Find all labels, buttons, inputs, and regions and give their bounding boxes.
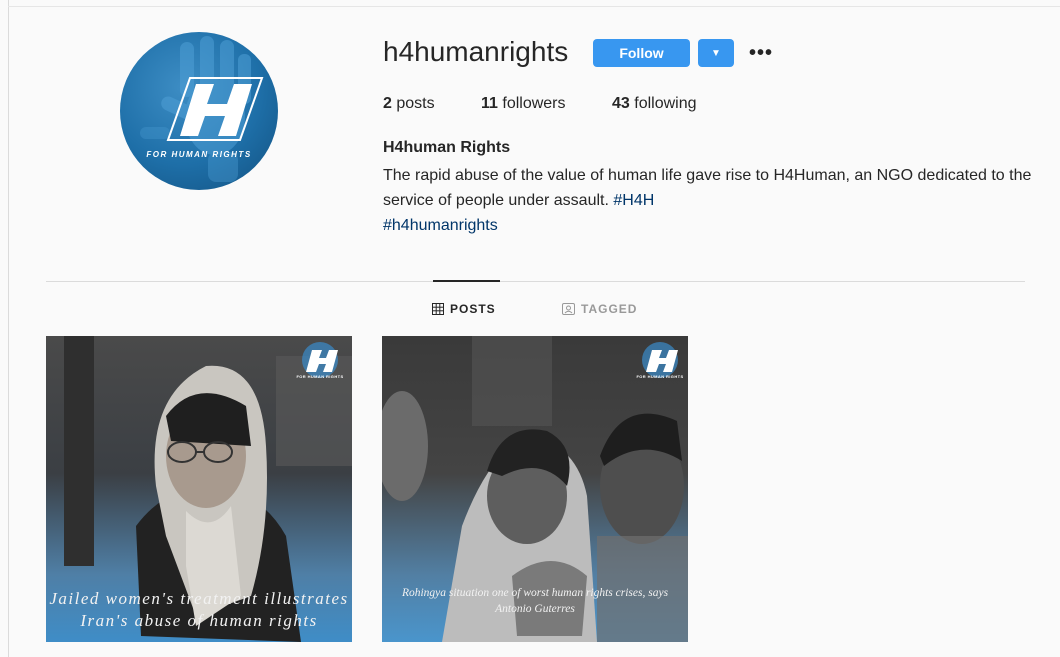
followers-count: 11 bbox=[481, 95, 498, 112]
following-count: 43 bbox=[612, 95, 630, 112]
caption-line: Antonio Guterres bbox=[495, 603, 575, 615]
window-top-edge bbox=[8, 6, 1060, 7]
profile-full-name: H4human Rights bbox=[383, 139, 511, 156]
followers-stat[interactable]: 11 followers bbox=[481, 95, 566, 113]
profile-bio: The rapid abuse of the value of human li… bbox=[383, 163, 1033, 238]
window-edge bbox=[8, 0, 9, 657]
tab-posts-label: POSTS bbox=[450, 302, 496, 316]
following-stat[interactable]: 43 following bbox=[612, 95, 697, 113]
tagged-icon bbox=[562, 303, 575, 315]
posts-count: 2 bbox=[383, 95, 392, 112]
caret-down-icon: ▼ bbox=[711, 47, 721, 59]
follow-button[interactable]: Follow bbox=[593, 39, 690, 67]
caption-line: Rohingya situation one of worst human ri… bbox=[401, 587, 669, 599]
following-label: following bbox=[634, 95, 697, 112]
avatar-logo-subtitle: FOR HUMAN RIGHTS bbox=[146, 150, 252, 159]
tabs-divider bbox=[46, 281, 1025, 282]
post-thumbnail[interactable]: FOR HUMAN RIGHTS Rohingya situation one … bbox=[382, 336, 688, 642]
hashtag-link-h4humanrights[interactable]: #h4humanrights bbox=[383, 217, 498, 234]
post-logo-text: FOR HUMAN RIGHTS bbox=[636, 374, 684, 379]
posts-stat: 2 posts bbox=[383, 95, 435, 113]
profile-username: h4humanrights bbox=[383, 36, 569, 67]
hashtag-link-h4h[interactable]: #H4H bbox=[613, 192, 654, 209]
post-caption: Jailed women's treatment illustrates Ira… bbox=[46, 588, 352, 632]
tab-tagged-label: TAGGED bbox=[581, 302, 638, 316]
followers-label: followers bbox=[502, 95, 566, 112]
tab-posts[interactable]: POSTS bbox=[432, 302, 496, 316]
caption-line: Iran's abuse of human rights bbox=[80, 611, 318, 630]
hand-print-icon bbox=[140, 36, 264, 182]
active-tab-indicator bbox=[433, 280, 500, 282]
bio-text: The rapid abuse of the value of human li… bbox=[383, 167, 1032, 209]
post-logo-badge: FOR HUMAN RIGHTS bbox=[294, 338, 346, 386]
posts-label: posts bbox=[396, 95, 435, 112]
post-logo-badge: FOR HUMAN RIGHTS bbox=[634, 338, 686, 386]
more-options-button[interactable]: ••• bbox=[747, 41, 775, 65]
caption-line: Jailed women's treatment illustrates bbox=[49, 589, 349, 608]
post-caption: Rohingya situation one of worst human ri… bbox=[382, 585, 688, 617]
ellipsis-icon: ••• bbox=[748, 41, 773, 64]
post-thumbnail[interactable]: FOR HUMAN RIGHTS Jailed women's treatmen… bbox=[46, 336, 352, 642]
profile-avatar[interactable]: FOR HUMAN RIGHTS bbox=[120, 32, 278, 190]
tab-tagged[interactable]: TAGGED bbox=[562, 302, 637, 316]
suggested-dropdown-button[interactable]: ▼ bbox=[698, 39, 734, 67]
post-logo-text: FOR HUMAN RIGHTS bbox=[296, 374, 344, 379]
grid-icon bbox=[432, 303, 444, 315]
